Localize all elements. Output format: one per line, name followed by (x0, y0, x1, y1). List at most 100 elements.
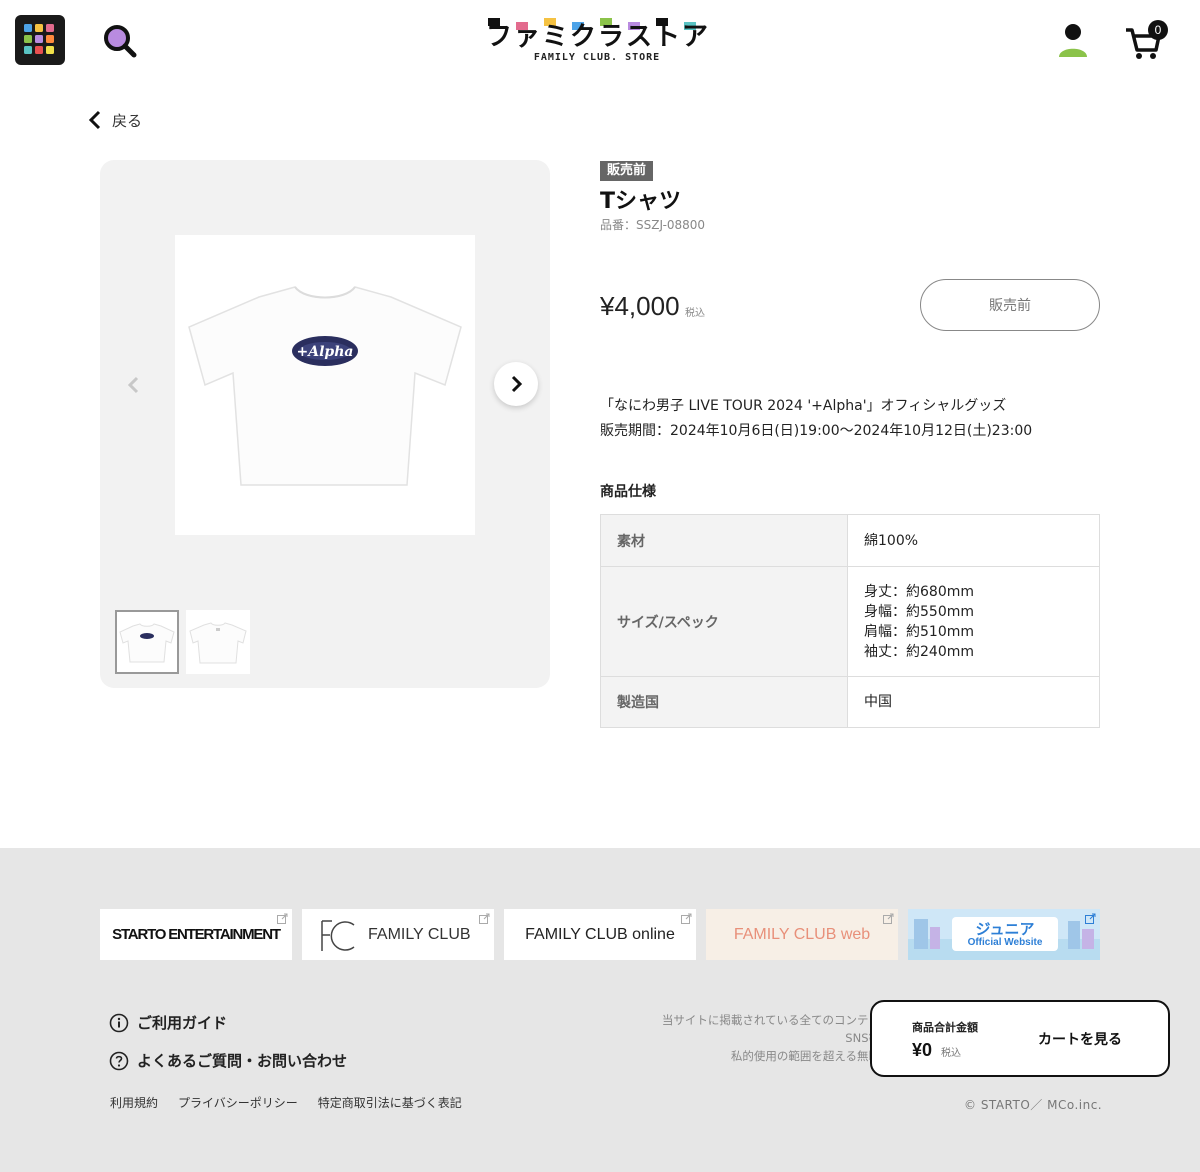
external-link-icon (479, 913, 490, 924)
tshirt-front-thumb (119, 623, 175, 663)
privacy-link[interactable]: プライバシーポリシー (178, 1094, 298, 1111)
spec-row: 製造国 中国 (600, 676, 1100, 728)
spec-value-line: 身丈：約680mm (864, 583, 974, 600)
description-line: 「なにわ男子 LIVE TOUR 2024 '+Alpha'」オフィシャルグッズ (600, 398, 1007, 414)
banner-label: FAMILY CLUB online (525, 925, 675, 943)
next-image-button[interactable] (494, 362, 538, 406)
spec-value-line: 袖丈：約240mm (864, 643, 974, 660)
menu-grid-cell (35, 35, 43, 43)
product-main-image[interactable]: +Alpha (175, 235, 475, 535)
cart-summary-panel: 商品合計金額 ¥0 税込 カートを見る (870, 1000, 1170, 1077)
logo-char: ラ (598, 22, 624, 50)
product-gallery: +Alpha (100, 160, 550, 688)
product-description: 「なにわ男子 LIVE TOUR 2024 '+Alpha'」オフィシャルグッズ… (600, 394, 1032, 444)
prev-image-button[interactable] (122, 370, 146, 400)
banner-label: ジュニア (975, 920, 1035, 938)
menu-grid-cell (35, 46, 43, 54)
spec-key: 製造国 (600, 676, 848, 728)
logo-subtitle: FAMILY CLUB. STORE (533, 52, 661, 63)
copyright-text: © STARTO／ MCo.inc. (964, 1098, 1103, 1112)
external-link-icon (1085, 913, 1096, 924)
spec-heading: 商品仕様 (600, 484, 656, 500)
banner-junior-official[interactable]: ジュニア Official Website (908, 909, 1100, 960)
faq-link[interactable]: よくあるご質問・お問い合わせ (109, 1050, 347, 1071)
tshirt-front-image: +Alpha (188, 286, 462, 486)
spec-row: サイズ/スペック 身丈：約680mm 身幅：約550mm 肩幅：約510mm 袖… (600, 566, 1100, 677)
info-icon (109, 1013, 129, 1032)
chevron-left-icon (127, 376, 139, 394)
menu-grid-cell (46, 46, 54, 54)
external-link-icon (681, 913, 692, 924)
back-link[interactable]: 戻る (88, 108, 142, 132)
site-logo[interactable]: ファミクラストア FAMILY CLUB. STORE (486, 16, 716, 68)
banner-label: FAMILY CLUB (368, 925, 471, 943)
cart-total-label: 商品合計金額 (912, 1021, 978, 1034)
logo-char: ク (570, 22, 596, 50)
price-tax-label: 税込 (685, 308, 705, 319)
logo-char: ス (626, 22, 652, 50)
spec-row: 素材 綿100% (600, 514, 1100, 567)
spec-value: 中国 (847, 676, 1100, 728)
menu-grid-cell (24, 35, 32, 43)
spec-value-line: 身幅：約550mm (864, 603, 974, 620)
product-title: Tシャツ (600, 189, 682, 214)
search-button[interactable] (100, 22, 140, 62)
logo-char: フ (486, 22, 512, 50)
menu-grid-cell (46, 35, 54, 43)
banner-sublabel: Official Website (967, 937, 1043, 948)
pre-sale-button[interactable]: 販売前 (920, 279, 1100, 331)
search-icon (104, 25, 137, 58)
notice-line: 私的使用の範囲を超える無断 (730, 1049, 880, 1063)
cart-button[interactable]: 0 (1124, 20, 1174, 60)
faq-label: よくあるご質問・お問い合わせ (137, 1052, 348, 1070)
tshirt-back-thumb (189, 622, 247, 664)
logo-char: ァ (514, 22, 540, 50)
cart-total-amount: ¥0 (912, 1040, 933, 1060)
banner-family-club-web[interactable]: FAMILY CLUB web (706, 909, 898, 960)
notice-line: 当サイトに掲載されている全てのコンテン (661, 1013, 880, 1027)
menu-grid-cell (24, 24, 32, 32)
logo-wordmark: ファミクラストア (486, 18, 708, 50)
spec-key: 素材 (600, 514, 848, 567)
thumbnail-front[interactable] (115, 610, 179, 674)
fc-logo-icon (321, 920, 355, 951)
help-icon (109, 1051, 129, 1070)
shirt-print-text: +Alpha (297, 344, 354, 360)
thumbnail-back[interactable] (186, 610, 250, 674)
external-link-icon (277, 913, 288, 924)
menu-grid-cell (24, 46, 32, 54)
spec-value-line: 肩幅：約510mm (864, 623, 974, 640)
site-header: ファミクラストア FAMILY CLUB. STORE 0 (0, 0, 1200, 82)
logo-char: ア (682, 22, 708, 50)
guide-label: ご利用ガイド (137, 1014, 228, 1032)
view-cart-button[interactable]: カートを見る (1038, 1029, 1122, 1049)
grid-menu-icon (24, 24, 56, 56)
banner-family-club-online[interactable]: FAMILY CLUB online (504, 909, 696, 960)
notice-line: SNS等 (845, 1031, 880, 1045)
spec-value: 綿100% (847, 514, 1100, 567)
terms-link[interactable]: 利用規約 (110, 1094, 158, 1111)
external-link-icon (883, 913, 894, 924)
spec-key: サイズ/スペック (600, 566, 848, 677)
banner-starto[interactable]: STARTO ENTERTAINMENT (100, 909, 292, 960)
spec-value: 身丈：約680mm 身幅：約550mm 肩幅：約510mm 袖丈：約240mm (847, 566, 1100, 677)
logo-char: ミ (542, 22, 568, 50)
account-button[interactable] (1057, 22, 1089, 58)
copyright-notice: 当サイトに掲載されている全てのコンテン SNS等 私的使用の範囲を超える無断 (560, 1011, 880, 1065)
footer-links: 利用規約 プライバシーポリシー 特定商取引法に基づく表記 (110, 1094, 462, 1111)
banner-label: FAMILY CLUB web (733, 925, 871, 943)
cart-count-badge: 0 (1148, 20, 1168, 40)
user-icon (1059, 24, 1087, 57)
cart-tax-label: 税込 (941, 1048, 961, 1059)
chevron-right-icon (511, 375, 523, 393)
status-badge: 販売前 (600, 161, 654, 181)
banner-family-club[interactable]: FAMILY CLUB (302, 909, 494, 960)
logo-char: ト (654, 22, 680, 50)
commerce-law-link[interactable]: 特定商取引法に基づく表記 (318, 1094, 462, 1111)
product-sku: 品番：SSZJ-08800 (600, 218, 706, 232)
description-line: 販売期間：2024年10月6日(日)19:00〜2024年10月12日(土)23… (600, 423, 1033, 439)
menu-button[interactable] (15, 15, 65, 65)
menu-grid-cell (35, 24, 43, 32)
chevron-left-icon (88, 110, 101, 130)
guide-link[interactable]: ご利用ガイド (109, 1012, 227, 1033)
